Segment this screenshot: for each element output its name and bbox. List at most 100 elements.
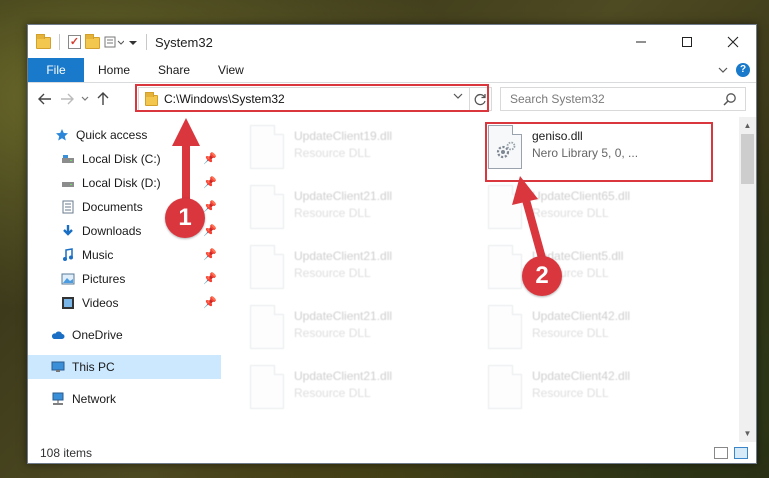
customize-toolbar-icon[interactable] — [104, 35, 124, 49]
refresh-button[interactable] — [469, 88, 491, 110]
sidebar-item-label: This PC — [72, 360, 115, 374]
address-dropdown-icon[interactable] — [453, 92, 463, 103]
file-description: Resource DLL — [294, 326, 371, 340]
view-toggle — [714, 447, 748, 459]
address-path[interactable]: C:\Windows\System32 — [164, 92, 285, 106]
status-bar: 108 items — [28, 442, 756, 464]
file-item[interactable]: UpdateClient21.dll Resource DLL — [228, 361, 448, 413]
dropdown-arrow-icon[interactable] — [128, 35, 138, 49]
maximize-button[interactable] — [664, 25, 710, 59]
up-arrow-icon — [97, 92, 109, 105]
new-folder-icon[interactable] — [85, 34, 100, 49]
star-icon — [56, 129, 68, 141]
window-controls — [618, 25, 756, 59]
scroll-down-icon[interactable]: ▼ — [739, 425, 756, 442]
sidebar-item-local-disk-c[interactable]: Local Disk (C:) 📌 — [28, 147, 221, 171]
file-name: UpdateClient21.dll — [294, 249, 393, 263]
pin-icon[interactable]: 📌 — [203, 296, 217, 309]
sidebar-item-this-pc[interactable]: This PC — [28, 355, 221, 379]
file-item[interactable]: UpdateClient5.dll Resource DLL — [466, 241, 686, 293]
help-icon[interactable]: ? — [736, 63, 750, 77]
dll-file-icon — [488, 365, 522, 409]
dll-file-icon — [250, 365, 284, 409]
up-button[interactable] — [92, 88, 114, 110]
step-2-badge: 2 — [522, 256, 562, 296]
file-item[interactable]: UpdateClient42.dll Resource DLL — [466, 361, 686, 413]
cloud-icon — [51, 331, 65, 339]
navigation-pane: Quick access Local Disk (C:) 📌 Local Dis… — [28, 123, 221, 441]
dll-file-icon — [488, 245, 522, 289]
pin-icon[interactable]: 📌 — [203, 224, 217, 237]
minimize-icon — [636, 41, 646, 43]
forward-arrow-icon — [61, 93, 74, 105]
tab-view[interactable]: View — [204, 58, 258, 82]
file-description: Resource DLL — [294, 266, 371, 280]
item-count: 108 items — [40, 446, 93, 460]
folder-icon — [145, 91, 158, 106]
monitor-icon — [51, 361, 65, 372]
close-button[interactable] — [710, 25, 756, 59]
dll-file-icon — [250, 185, 284, 229]
expand-ribbon-icon[interactable] — [718, 66, 728, 74]
file-description: Resource DLL — [294, 206, 371, 220]
sidebar-item-label: Downloads — [82, 224, 142, 238]
file-item[interactable]: UpdateClient65.dll Resource DLL — [466, 181, 686, 233]
divider — [146, 34, 147, 50]
minimize-button[interactable] — [618, 25, 664, 59]
tiles-view-icon[interactable] — [734, 447, 748, 459]
scroll-thumb[interactable] — [741, 134, 754, 184]
ribbon-right-controls: ? — [718, 58, 750, 82]
pin-icon[interactable]: 📌 — [203, 272, 217, 285]
sidebar-item-pictures[interactable]: Pictures 📌 — [28, 267, 221, 291]
search-icon[interactable] — [723, 92, 737, 106]
forward-button[interactable] — [56, 88, 78, 110]
file-item[interactable]: UpdateClient21.dll Resource DLL — [228, 241, 448, 293]
file-name: UpdateClient19.dll — [294, 129, 393, 143]
file-name: UpdateClient21.dll — [294, 369, 393, 383]
file-description: Resource DLL — [294, 146, 371, 160]
dll-file-icon — [250, 305, 284, 349]
file-item[interactable]: UpdateClient21.dll Resource DLL — [228, 301, 448, 353]
address-bar[interactable]: C:\Windows\System32 — [138, 87, 492, 111]
file-name: UpdateClient21.dll — [294, 309, 393, 323]
file-item[interactable]: UpdateClient42.dll Resource DLL — [466, 301, 686, 353]
pin-icon[interactable]: 📌 — [203, 152, 217, 165]
pin-icon[interactable]: 📌 — [203, 248, 217, 261]
sidebar-item-label: OneDrive — [72, 328, 123, 342]
sidebar-item-music[interactable]: Music 📌 — [28, 243, 221, 267]
sidebar-item-label: Music — [82, 248, 114, 262]
pin-icon[interactable]: 📌 — [203, 200, 217, 213]
file-list: UpdateClient19.dll Resource DLL UpdateCli… — [228, 117, 736, 442]
pin-icon[interactable]: 📌 — [203, 176, 217, 189]
sidebar-item-label: Documents — [82, 200, 143, 214]
file-item-geniso[interactable]: geniso.dll Nero Library 5, 0, ... — [466, 121, 686, 173]
file-item[interactable]: UpdateClient19.dll Resource DLL — [228, 121, 448, 173]
sidebar-item-label: Videos — [82, 296, 119, 310]
file-explorer-window: ✓ System32 File Home Share View ? C:\Win… — [27, 24, 757, 464]
sidebar-item-local-disk-d[interactable]: Local Disk (D:) 📌 — [28, 171, 221, 195]
sidebar-item-quick-access[interactable]: Quick access — [28, 123, 221, 147]
file-description: Resource DLL — [532, 206, 609, 220]
maximize-icon — [682, 37, 692, 47]
file-item[interactable]: UpdateClient21.dll Resource DLL — [228, 181, 448, 233]
sidebar-item-videos[interactable]: Videos 📌 — [28, 291, 221, 315]
recent-locations-button[interactable] — [78, 88, 92, 110]
properties-icon[interactable]: ✓ — [68, 35, 81, 49]
scroll-up-icon[interactable]: ▲ — [739, 117, 756, 134]
sidebar-item-label: Pictures — [82, 272, 126, 286]
pictures-icon — [61, 273, 75, 285]
file-description: Resource DLL — [294, 386, 371, 400]
sidebar-item-onedrive[interactable]: OneDrive — [28, 323, 221, 347]
tab-home[interactable]: Home — [84, 58, 144, 82]
file-name: UpdateClient21.dll — [294, 189, 393, 203]
search-box[interactable]: Search System32 — [500, 87, 746, 111]
tab-share[interactable]: Share — [144, 58, 204, 82]
back-button[interactable] — [34, 88, 56, 110]
details-view-icon[interactable] — [714, 447, 728, 459]
tab-file[interactable]: File — [28, 58, 84, 82]
vertical-scrollbar[interactable]: ▲ ▼ — [739, 117, 756, 442]
search-input[interactable]: Search System32 — [510, 92, 605, 106]
sidebar-item-network[interactable]: Network — [28, 387, 221, 411]
dll-file-icon — [250, 245, 284, 289]
documents-icon — [62, 200, 74, 214]
